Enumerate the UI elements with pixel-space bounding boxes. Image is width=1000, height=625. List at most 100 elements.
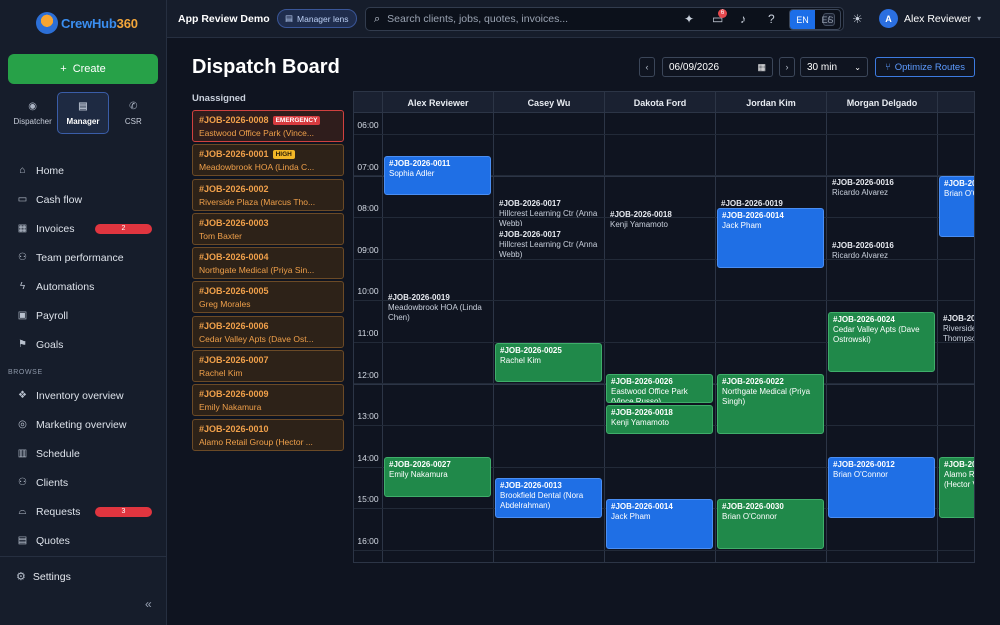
job-id: #JOB-2026-0019 (388, 292, 450, 302)
scheduled-job-card[interactable]: #JOB-2026-0016 Ricardo Alvarez (828, 239, 935, 268)
sidebar-item-schedule[interactable]: ▥ Schedule (0, 439, 166, 468)
scheduled-job-card[interactable]: #JOB-2026-0030 Brian O'Connor (717, 498, 824, 549)
sidebar-item-team-performance[interactable]: ⚇ Team performance (0, 243, 166, 272)
home-icon: ⌂ (19, 165, 26, 176)
job-client: Greg Morales (199, 299, 251, 310)
collapse-sidebar-icon[interactable]: « (145, 597, 152, 611)
invoices-count-badge: 2 (95, 223, 152, 234)
sidebar-item-label: Settings (32, 570, 71, 583)
sparkle-icon[interactable]: ✦ (684, 12, 694, 26)
unassigned-job-card[interactable]: #JOB-2026-0009 Emily Nakamura (192, 384, 344, 417)
brand-logo[interactable]: CrewHub360 (36, 11, 138, 35)
sidebar-item-goals[interactable]: ⚑ Goals (0, 330, 166, 359)
scheduled-job-card[interactable]: #JOB-2026-0013 Brookfield Dental (Nora Ab… (495, 478, 602, 518)
priority-tag: HIGH (272, 149, 295, 159)
scheduled-job-card[interactable]: #JOB-2026-0027 Emily Nakamura (384, 457, 491, 497)
scheduled-job-card[interactable]: #JOB-2026-0018 Kenji Yamamoto (606, 208, 713, 237)
unassigned-job-card[interactable]: #JOB-2026-0007 Rachel Kim (192, 350, 344, 383)
scheduled-job-card[interactable]: #JOB-2026-0025 Rachel Kim (495, 342, 602, 383)
sidebar-item-cash-flow[interactable]: ▭ Cash flow (0, 185, 166, 214)
scheduled-job-card[interactable]: #JOB-2026-0015Brian O'Connor (939, 176, 974, 237)
next-day-button[interactable]: › (779, 57, 795, 77)
create-button[interactable]: + Create (8, 54, 158, 84)
job-id: #JOB-2026-0025 (500, 345, 562, 355)
time-label: 12:00 (357, 369, 379, 380)
role-manager[interactable]: ▤ Manager (57, 92, 109, 134)
manager-lens-badge[interactable]: ▤ Manager lens (277, 9, 357, 28)
job-id: #JOB-2026-0008 (199, 115, 269, 125)
sidebar-footer: ⚙ Settings « (0, 556, 166, 625)
inventory-icon: ❖ (18, 390, 27, 401)
unassigned-job-card[interactable]: #JOB-2026-0003 Tom Baxter (192, 212, 344, 245)
sidebar-item-clients[interactable]: ⚇ Clients (0, 468, 166, 497)
wallet-icon: ▭ (17, 194, 28, 205)
job-client: Emily Nakamura (389, 470, 448, 480)
column-divider (604, 92, 605, 562)
scheduled-job-card[interactable]: #JOB-2026-0017 Hillcrest Learning Ctr (An… (495, 228, 602, 268)
scheduled-job-card[interactable]: #JOB-2026-0024 Cedar Valley Apts (Dave Os… (828, 311, 935, 372)
time-label: 16:00 (357, 536, 379, 546)
theme-sun-icon[interactable]: ☀ (852, 12, 863, 26)
lens-label: Manager lens (297, 13, 349, 24)
optimize-routes-button[interactable]: ⑂ Optimize Routes (875, 57, 975, 77)
unassigned-job-card[interactable]: #JOB-2026-0008 EMERGENCY Eastwood Office P… (192, 110, 344, 142)
column-divider (826, 92, 827, 562)
requests-count-badge: 3 (95, 506, 152, 517)
job-client: Brian O'Connor (722, 511, 777, 521)
job-id: #JOB-2026-0016 (832, 240, 894, 250)
previous-day-button[interactable]: ‹ (639, 57, 655, 77)
interval-select[interactable]: 30 min ⌄ (800, 57, 868, 77)
job-id: #JOB-2026-0004 (199, 252, 269, 263)
bell-icon[interactable]: ♪ (740, 12, 746, 26)
role-dispatcher[interactable]: ◉ Dispatcher (8, 92, 57, 134)
scheduled-job-card[interactable]: #JOB-2026-0020Riverside Plaza (Marcus Th… (939, 312, 974, 352)
technician-column-header: Jordan Kim (715, 92, 826, 113)
date-picker[interactable]: 06/09/2026 ▦ (662, 57, 773, 77)
unassigned-job-card[interactable]: #JOB-2026-0010 Alamo Retail Group (Hector… (192, 418, 344, 451)
scheduled-job-card[interactable]: #JOB-2026-0012 Brian O'Connor (828, 457, 935, 518)
browse-section-label: BROWSE (8, 369, 43, 376)
unassigned-job-card[interactable]: #JOB-2026-0001 HIGH Meadowbrook HOA (Linda… (192, 144, 344, 177)
unassigned-job-card[interactable]: #JOB-2026-0005 Greg Morales (192, 281, 344, 314)
unassigned-heading: Unassigned (192, 93, 246, 104)
scheduled-job-card[interactable]: #JOB-2026-0018 Kenji Yamamoto (606, 405, 713, 435)
technician-column-header: Casey Wu (493, 92, 604, 113)
sidebar-item-settings[interactable]: ⚙ Settings (16, 570, 71, 584)
lang-en-button[interactable]: EN (790, 10, 815, 29)
sidebar-item-requests[interactable]: ⌓ Requests 3 (0, 497, 166, 526)
help-icon[interactable]: ? (768, 12, 775, 26)
job-client: Ricardo Alvarez (832, 188, 889, 198)
technician-column-header: Pa (937, 92, 974, 113)
sidebar-item-label: Inventory overview (36, 389, 124, 402)
sidebar-item-home[interactable]: ⌂ Home (0, 156, 166, 185)
role-label: Manager (66, 116, 100, 126)
search-input[interactable] (387, 13, 816, 25)
sidebar-item-automations[interactable]: ϟ Automations (0, 272, 166, 301)
language-switcher: EN ES (789, 9, 841, 30)
lang-es-button[interactable]: ES (815, 10, 840, 29)
job-id: #JOB-2026-0011 (389, 158, 451, 168)
unassigned-job-card[interactable]: #JOB-2026-0002 Riverside Plaza (Marcus Th… (192, 178, 344, 211)
unassigned-job-card[interactable]: #JOB-2026-0004 Northgate Medical (Priya S… (192, 247, 344, 280)
scheduled-job-card[interactable]: #JOB-2026-0014 Jack Pham (606, 498, 713, 549)
scheduled-job-card[interactable]: #JOB-2026-0019Meadowbrook HOA (Linda Che… (384, 291, 491, 331)
scheduled-job-card[interactable]: #JOB-2026-0014 Jack Pham (717, 207, 824, 268)
job-client: Sophia Adler (389, 168, 435, 178)
sidebar-item-inventory-overview[interactable]: ❖ Inventory overview (0, 381, 166, 410)
scheduled-job-card[interactable]: #JOB-2026-0026 Eastwood Office Park (Vinc… (606, 374, 713, 404)
job-client: Eastwood Office Park (Vince Russo) (611, 387, 688, 404)
sidebar-item-marketing-overview[interactable]: ◎ Marketing overview (0, 410, 166, 439)
scheduled-job-card[interactable]: #JOB-2026-0011 Sophia Adler (384, 155, 491, 196)
sidebar-item-invoices[interactable]: ▦ Invoices 2 (0, 214, 166, 243)
scheduled-job-card[interactable]: #JOB-2026-0022 Northgate Medical (Priya S… (717, 374, 824, 435)
column-divider (382, 92, 383, 562)
scheduled-job-card[interactable]: #JOB-2026-0021Alamo Retail Group (Hector… (939, 457, 974, 518)
scheduled-job-card[interactable]: #JOB-2026-0017 Hillcrest Learning Ctr (An… (495, 197, 602, 226)
unassigned-job-card[interactable]: #JOB-2026-0006 Cedar Valley Apts (Dave Os… (192, 315, 344, 348)
role-csr[interactable]: ✆ CSR (109, 92, 158, 134)
scheduled-job-card[interactable]: #JOB-2026-0016 Ricardo Alvarez (828, 176, 935, 205)
job-id: #JOB-2026-0024 (833, 314, 895, 324)
user-menu[interactable]: A Alex Reviewer ▾ (879, 9, 981, 28)
sidebar-item-payroll[interactable]: ▣ Payroll (0, 301, 166, 330)
sidebar-item-quotes[interactable]: ▤ Quotes (0, 526, 166, 555)
